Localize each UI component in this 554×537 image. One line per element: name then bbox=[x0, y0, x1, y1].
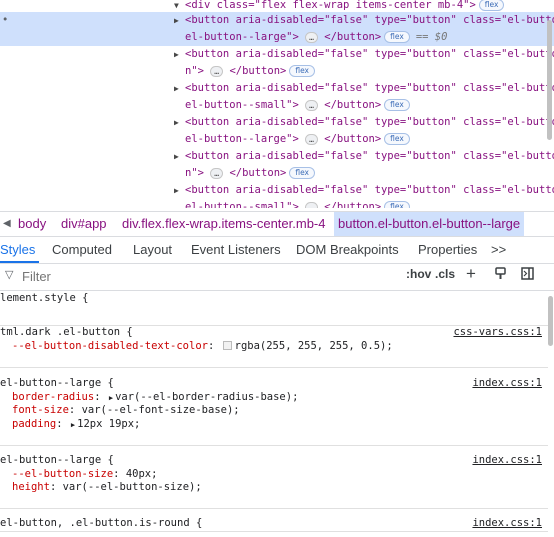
filter-bar: ▽ :hov .cls + bbox=[0, 263, 554, 291]
style-declaration[interactable]: height: var(--el-button-size); bbox=[0, 481, 548, 495]
breadcrumb-item-button[interactable]: button.el-button.el-button--large bbox=[334, 212, 525, 236]
dom-node-text: el-button--large"> … </button> flex == $0 bbox=[185, 31, 448, 43]
rule-source-link[interactable]: css-vars.css:1 bbox=[453, 326, 542, 340]
tab-properties[interactable]: Properties bbox=[418, 237, 477, 262]
rule-source-link[interactable]: index.css:1 bbox=[472, 377, 542, 391]
dom-node-line[interactable]: ▶ <button aria-disabled="false" type="but… bbox=[0, 114, 554, 131]
element-style-selector: lement.style { bbox=[0, 292, 89, 304]
flex-badge[interactable]: flex bbox=[384, 99, 410, 111]
collapsed-content-ellipsis[interactable]: … bbox=[305, 99, 318, 111]
breadcrumb: ◀ body div#app div.flex.flex-wrap.items-… bbox=[0, 211, 554, 236]
toggle-sidebar-icon[interactable] bbox=[521, 267, 534, 283]
rule-selector[interactable]: el-button--large { bbox=[0, 454, 114, 466]
dom-node-text: el-button--large"> … </button> flex bbox=[185, 131, 410, 148]
expand-triangle-icon[interactable]: ▶ bbox=[174, 80, 179, 97]
dom-node-line[interactable]: ▶ <button aria-disabled="false" type="but… bbox=[0, 80, 554, 97]
expand-triangle-icon[interactable]: ▶ bbox=[174, 148, 179, 165]
dom-node-line[interactable]: ▶ <button aria-disabled="false" type="but… bbox=[0, 46, 554, 63]
breadcrumb-item-app[interactable]: div#app bbox=[57, 212, 111, 236]
filter-icon: ▽ bbox=[5, 269, 14, 281]
new-style-rule-button[interactable]: + bbox=[466, 264, 476, 284]
breadcrumb-left-arrow-icon[interactable]: ◀ bbox=[3, 212, 11, 236]
style-rule[interactable]: el-button--large { index.css:1 --el-button… bbox=[0, 454, 548, 509]
flex-badge[interactable]: flex bbox=[384, 31, 410, 43]
tab-dom-breakpoints[interactable]: DOM Breakpoints bbox=[296, 237, 399, 262]
collapsed-content-ellipsis[interactable]: … bbox=[210, 65, 224, 77]
flex-badge[interactable]: flex bbox=[384, 201, 410, 208]
styles-scrollbar[interactable] bbox=[548, 296, 553, 346]
expand-triangle-icon[interactable]: ▶ bbox=[174, 114, 179, 131]
style-rule[interactable]: el-button, .el-button.is-round { index.cs… bbox=[0, 517, 548, 532]
dom-node-text: <button aria-disabled="false" type="butt… bbox=[185, 82, 554, 94]
dom-node-text: n"> … </button> flex bbox=[185, 63, 315, 80]
dom-node-text: <button aria-disabled="false" type="butt… bbox=[185, 184, 554, 196]
expand-triangle-icon[interactable]: ▶ bbox=[174, 12, 179, 29]
collapsed-content-ellipsis[interactable]: … bbox=[210, 167, 224, 179]
tabs-overflow-button[interactable]: >> bbox=[491, 237, 506, 262]
dom-node-text: <button aria-disabled="false" type="butt… bbox=[185, 48, 554, 60]
dom-node-line[interactable]: el-button--small"> … </button> flex bbox=[0, 97, 554, 114]
dom-node-text: n"> … </button> flex bbox=[185, 165, 315, 182]
selected-marker-icon: • bbox=[2, 14, 9, 26]
breadcrumb-item-div[interactable]: div.flex.flex-wrap.items-center.mb-4 bbox=[118, 212, 330, 236]
rule-selector[interactable]: el-button, .el-button.is-round { bbox=[0, 517, 202, 529]
style-declaration[interactable]: padding: ▶ 12px 19px; bbox=[0, 418, 548, 432]
expand-triangle-icon[interactable]: ▶ bbox=[174, 182, 179, 199]
dom-node-text: <button aria-disabled="false" type="butt… bbox=[185, 116, 554, 128]
collapsed-content-ellipsis[interactable]: … bbox=[305, 31, 318, 43]
dom-node-line[interactable]: el-button--small"> … </button> flex bbox=[0, 199, 554, 208]
sidebar-tabs: Styles Computed Layout Event Listeners D… bbox=[0, 236, 554, 264]
style-rule[interactable]: tml.dark .el-button { css-vars.css:1 --el-… bbox=[0, 326, 548, 368]
rule-source-link[interactable]: index.css:1 bbox=[472, 454, 542, 468]
dom-node-line[interactable]: el-button--large"> … </button> flex == $0 bbox=[0, 29, 554, 46]
cls-button[interactable]: .cls bbox=[435, 267, 455, 281]
dom-node-line[interactable]: ▶ <button aria-disabled="false" type="but… bbox=[0, 148, 554, 165]
breadcrumb-item-body[interactable]: body bbox=[14, 212, 50, 236]
dom-node-line[interactable]: n"> … </button> flex bbox=[0, 165, 554, 182]
style-declaration[interactable]: font-size: var(--el-font-size-base); bbox=[0, 404, 548, 418]
elements-tree: ▼ <div class="flex flex-wrap items-center… bbox=[0, 0, 554, 208]
tab-styles[interactable]: Styles bbox=[0, 237, 40, 263]
hov-button[interactable]: :hov bbox=[406, 267, 431, 281]
expand-shorthand-icon[interactable]: ▶ bbox=[71, 421, 75, 429]
color-swatch-icon[interactable] bbox=[222, 341, 232, 350]
styles-pane: lement.style { tml.dark .el-button { css-… bbox=[0, 291, 554, 537]
collapsed-content-ellipsis[interactable]: … bbox=[305, 133, 318, 145]
expand-shorthand-icon[interactable]: ▶ bbox=[109, 394, 113, 402]
flex-badge[interactable]: flex bbox=[384, 133, 410, 145]
selected-node-reference: == $0 bbox=[415, 31, 448, 43]
dom-node-text: <button aria-disabled="false" type="butt… bbox=[185, 14, 554, 26]
dom-node-line[interactable]: el-button--large"> … </button> flex bbox=[0, 131, 554, 148]
rule-selector[interactable]: el-button--large { bbox=[0, 377, 114, 389]
dom-node-line[interactable]: • ▶ <button aria-disabled="false" type="bu… bbox=[0, 12, 554, 29]
filter-input[interactable] bbox=[22, 269, 322, 284]
tree-scrollbar[interactable] bbox=[547, 20, 552, 140]
dom-node-text: el-button--small"> … </button> flex bbox=[185, 97, 410, 114]
dom-node-line[interactable]: ▶ <button aria-disabled="false" type="but… bbox=[0, 182, 554, 199]
dom-node-text: <button aria-disabled="false" type="butt… bbox=[185, 150, 554, 162]
flex-badge[interactable]: flex bbox=[289, 65, 315, 77]
flex-badge[interactable]: flex bbox=[478, 0, 505, 11]
expand-triangle-icon[interactable]: ▶ bbox=[174, 46, 179, 63]
rule-source-link[interactable]: index.css:1 bbox=[472, 517, 542, 531]
flex-badge[interactable]: flex bbox=[289, 167, 315, 179]
tab-computed[interactable]: Computed bbox=[52, 237, 112, 262]
style-declaration[interactable]: border-radius: ▶ var(--el-border-radius-b… bbox=[0, 391, 548, 405]
tab-layout[interactable]: Layout bbox=[133, 237, 172, 262]
rule-selector[interactable]: tml.dark .el-button { bbox=[0, 326, 133, 338]
collapsed-content-ellipsis[interactable]: … bbox=[305, 201, 318, 208]
style-declaration[interactable]: --el-button-size: 40px; bbox=[0, 468, 548, 482]
dom-node-line[interactable]: n"> … </button> flex bbox=[0, 63, 554, 80]
element-style-rule[interactable]: lement.style { bbox=[0, 291, 548, 326]
paint-icon[interactable] bbox=[494, 267, 507, 283]
style-rule[interactable]: el-button--large { index.css:1 border-radi… bbox=[0, 377, 548, 446]
dom-node-text: el-button--small"> … </button> flex bbox=[185, 199, 410, 208]
tab-event-listeners[interactable]: Event Listeners bbox=[191, 237, 281, 262]
style-declaration[interactable]: --el-button-disabled-text-color: rgba(25… bbox=[0, 340, 548, 354]
